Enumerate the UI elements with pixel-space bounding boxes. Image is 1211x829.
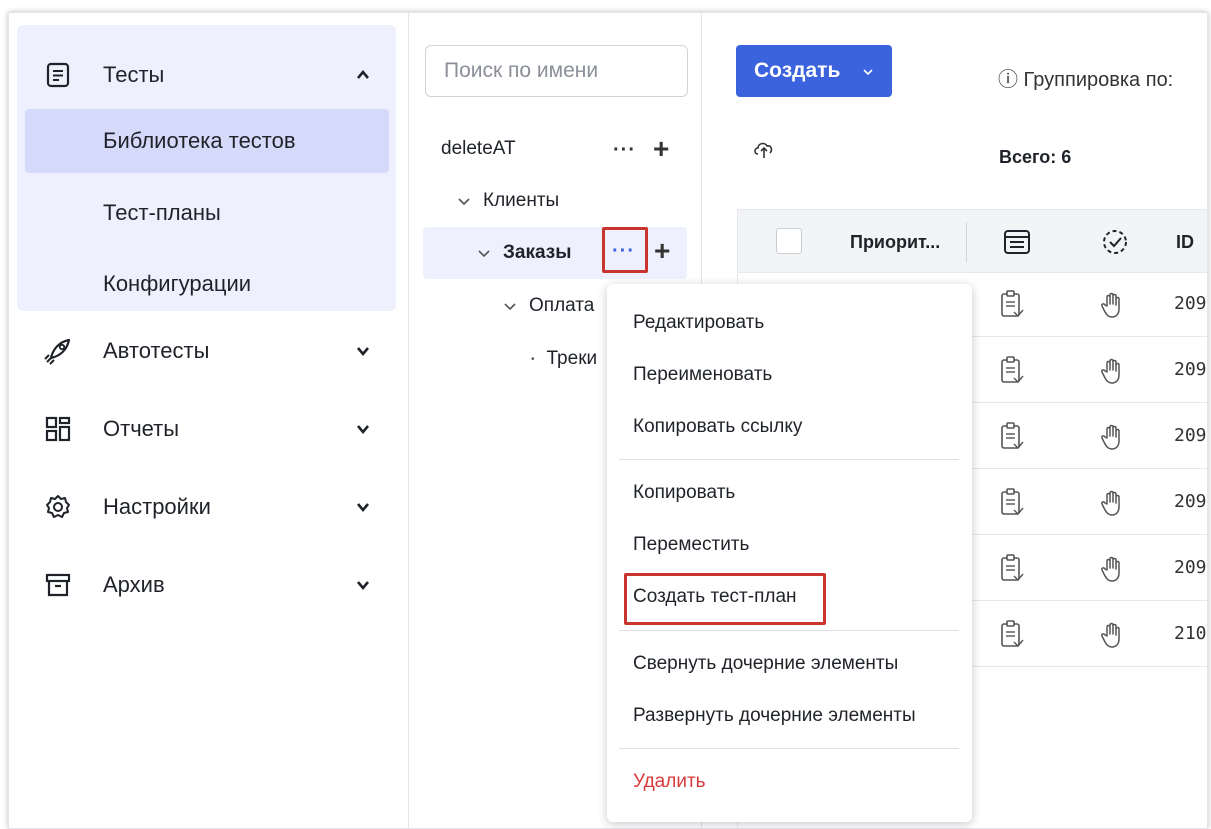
- grouping-label[interactable]: ⓘ Группировка по:: [998, 63, 1173, 92]
- chevron-down-icon[interactable]: [503, 299, 517, 313]
- menu-item-rename[interactable]: Переименовать: [633, 364, 772, 386]
- sidebar-item-label: Конфигурации: [103, 271, 252, 296]
- clipboard-icon: [1001, 290, 1024, 318]
- row-id: 210: [1174, 623, 1207, 644]
- tree-node-payment[interactable]: Оплата: [503, 295, 594, 317]
- nav-tests[interactable]: Тесты: [17, 43, 396, 107]
- tree-node-label: Заказы: [503, 242, 572, 263]
- sidebar-item-label: Библиотека тестов: [103, 128, 296, 153]
- menu-item-expand-children[interactable]: Развернуть дочерние элементы: [633, 705, 916, 727]
- chevron-down-icon[interactable]: [354, 420, 372, 438]
- clipboard-icon: [1001, 422, 1024, 450]
- clipboard-icon: [1001, 620, 1024, 648]
- highlight-create-test-plan: [624, 573, 826, 625]
- grid-icon: [43, 414, 73, 444]
- tree-node-label: Клиенты: [483, 190, 560, 211]
- status-check-icon[interactable]: [1100, 227, 1130, 257]
- menu-divider: [619, 748, 959, 749]
- tree-node-deleteat[interactable]: deleteAT: [441, 138, 516, 160]
- chevron-down-icon[interactable]: [457, 194, 471, 208]
- menu-item-copy-link[interactable]: Копировать ссылку: [633, 416, 802, 438]
- sidebar-item-test-plans[interactable]: Тест-планы: [25, 181, 389, 245]
- menu-item-move[interactable]: Переместить: [633, 534, 749, 556]
- manual-hand-icon: [1101, 622, 1120, 648]
- row-id: 209: [1174, 491, 1207, 512]
- menu-divider: [619, 459, 959, 460]
- nav-tests-label: Тесты: [103, 62, 165, 87]
- chevron-down-icon[interactable]: [477, 246, 491, 260]
- sidebar-item-test-library[interactable]: Библиотека тестов: [25, 109, 389, 173]
- clipboard-icon: [1001, 356, 1024, 384]
- nav-reports[interactable]: Отчеты: [17, 397, 396, 461]
- tree-node-label: deleteAT: [441, 138, 516, 159]
- menu-item-collapse-children[interactable]: Свернуть дочерние элементы: [633, 653, 898, 675]
- tree-node-label: Треки: [546, 348, 598, 369]
- add-node-button[interactable]: +: [653, 135, 669, 163]
- nav-settings-label: Настройки: [103, 494, 211, 519]
- row-id: 209: [1174, 293, 1207, 314]
- gear-icon: [43, 492, 73, 522]
- clipboard-icon: [1001, 488, 1024, 516]
- rocket-icon: [43, 336, 73, 366]
- search-placeholder: Поиск по имени: [444, 59, 599, 82]
- bullet-icon: •: [531, 353, 535, 365]
- clipboard-icon: [1001, 554, 1024, 582]
- nav-reports-label: Отчеты: [103, 416, 180, 441]
- column-divider: [966, 222, 967, 262]
- row-id: 209: [1174, 557, 1207, 578]
- manual-hand-icon: [1101, 292, 1120, 318]
- nav-archive-label: Архив: [103, 572, 165, 597]
- nav-autotests-label: Автотесты: [103, 338, 210, 363]
- sidebar: Тесты Библиотека тестов Тест-планы Конфи…: [9, 13, 409, 828]
- tree-node-label: Оплата: [529, 295, 595, 316]
- column-id[interactable]: ID: [1176, 232, 1194, 253]
- more-actions-button[interactable]: ···: [613, 139, 636, 162]
- menu-divider: [619, 630, 959, 631]
- upload-cloud-icon[interactable]: [752, 137, 776, 161]
- manual-hand-icon: [1101, 358, 1120, 384]
- menu-item-edit[interactable]: Редактировать: [633, 312, 764, 334]
- row-id: 209: [1174, 359, 1207, 380]
- tree-node-clients[interactable]: Клиенты: [457, 190, 559, 212]
- manual-hand-icon: [1101, 556, 1120, 582]
- manual-hand-icon: [1101, 490, 1120, 516]
- context-menu: Редактировать Переименовать Копировать с…: [607, 284, 972, 822]
- chevron-down-icon: [863, 69, 873, 76]
- create-button-label: Создать: [754, 59, 841, 82]
- list-view-icon[interactable]: [1002, 227, 1032, 257]
- chevron-down-icon[interactable]: [354, 576, 372, 594]
- nav-settings[interactable]: Настройки: [17, 475, 396, 539]
- chevron-up-icon[interactable]: [354, 66, 372, 84]
- create-button[interactable]: Создать: [736, 45, 892, 97]
- highlight-more-button: [602, 227, 648, 273]
- chevron-down-icon[interactable]: [354, 342, 372, 360]
- tests-group: Тесты Библиотека тестов Тест-планы Конфи…: [17, 25, 396, 311]
- sidebar-item-configurations[interactable]: Конфигурации: [25, 252, 389, 316]
- total-count: Всего: 6: [999, 147, 1072, 167]
- menu-item-delete[interactable]: Удалить: [633, 771, 706, 793]
- tree-node-tracks[interactable]: • Треки: [531, 348, 597, 370]
- search-input[interactable]: Поиск по имени: [425, 45, 688, 97]
- select-all-checkbox[interactable]: [776, 228, 802, 254]
- nav-autotests[interactable]: Автотесты: [17, 319, 396, 383]
- sidebar-item-label: Тест-планы: [103, 200, 221, 225]
- add-node-button[interactable]: +: [654, 237, 670, 265]
- table-header: Приорит... ID: [737, 209, 1207, 273]
- menu-item-copy[interactable]: Копировать: [633, 482, 735, 504]
- archive-icon: [43, 570, 73, 600]
- nav-archive[interactable]: Архив: [17, 553, 396, 617]
- row-id: 209: [1174, 425, 1207, 446]
- column-priority[interactable]: Приорит...: [850, 232, 940, 253]
- chevron-down-icon[interactable]: [354, 498, 372, 516]
- manual-hand-icon: [1101, 424, 1120, 450]
- list-document-icon: [43, 60, 73, 90]
